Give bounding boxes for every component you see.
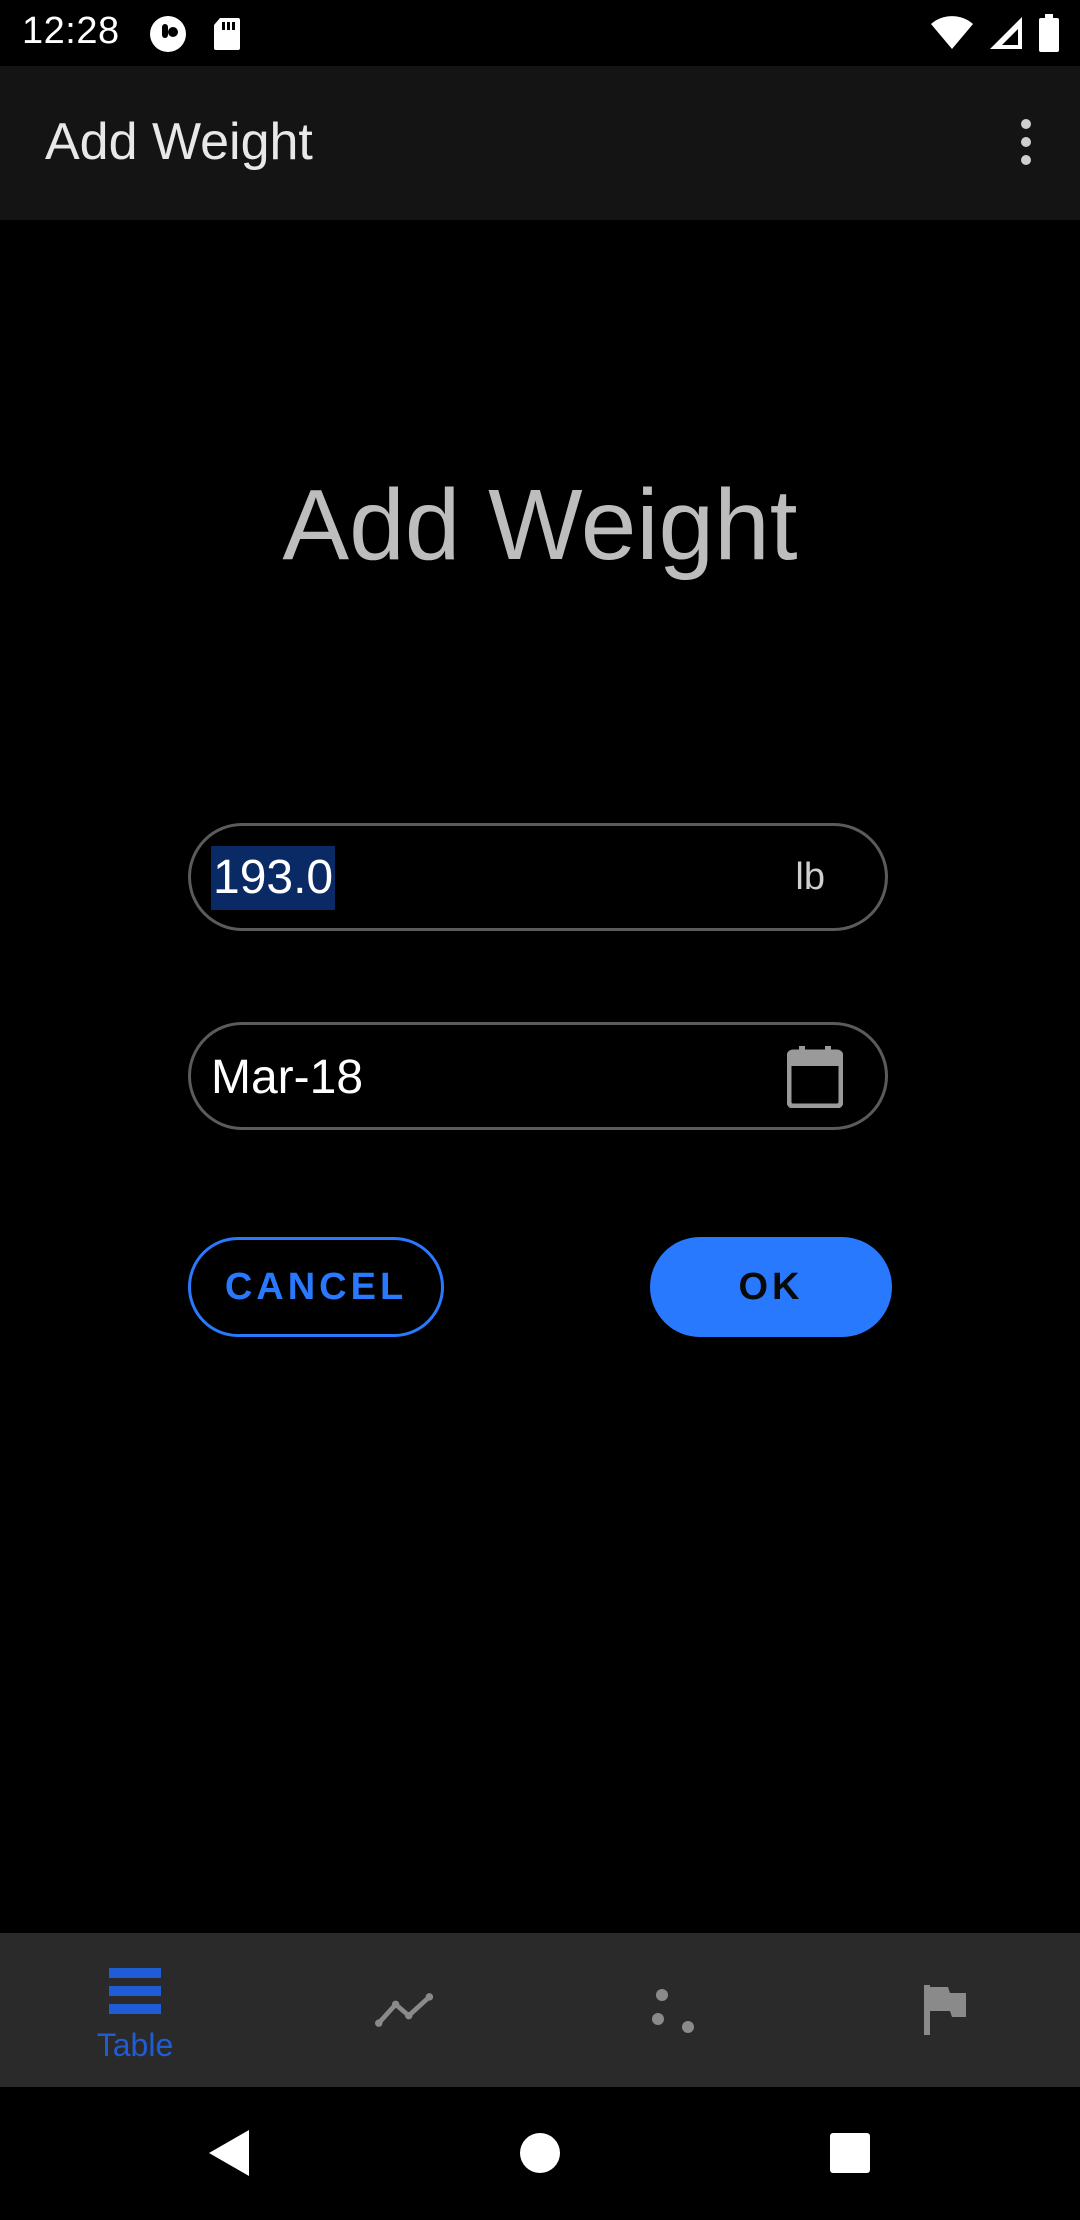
flag-icon — [915, 1980, 975, 2040]
system-recents-button[interactable] — [814, 2117, 886, 2189]
scatter-icon — [645, 1980, 705, 2040]
line-chart-icon — [375, 1980, 435, 2040]
wifi-icon — [930, 15, 974, 56]
back-icon — [209, 2130, 249, 2176]
bottom-nav: Table — [0, 1933, 1080, 2087]
calendar-icon — [787, 1046, 843, 1108]
dialog-heading: Add Weight — [282, 469, 798, 581]
table-list-icon — [105, 1961, 165, 2021]
status-time: 12:28 — [22, 10, 120, 52]
status-left-icons — [148, 14, 242, 59]
cancel-button[interactable]: CANCEL — [188, 1237, 444, 1337]
status-bar: 12:28 — [0, 0, 1080, 66]
nav-item-table[interactable]: Table — [0, 1933, 270, 2087]
nav-label-table: Table — [96, 2027, 174, 2063]
calendar-button[interactable] — [785, 1045, 845, 1109]
nav-item-scatter[interactable] — [540, 1933, 810, 2087]
weight-unit: lb — [795, 856, 825, 898]
weight-input[interactable]: 193.0 lb — [188, 823, 888, 931]
more-vert-icon — [1021, 119, 1031, 165]
nav-item-chart[interactable] — [270, 1933, 540, 2087]
recents-icon — [830, 2133, 870, 2173]
date-input[interactable]: Mar-18 — [188, 1022, 888, 1130]
status-right-icons — [930, 14, 1060, 57]
system-back-button[interactable] — [192, 2117, 264, 2189]
app-bar: Add Weight — [0, 66, 1080, 220]
nav-item-goal[interactable] — [810, 1933, 1080, 2087]
home-icon — [520, 2133, 560, 2173]
system-nav — [0, 2087, 1080, 2220]
app-bar-title: Add Weight — [45, 113, 313, 171]
signal-icon — [988, 15, 1024, 56]
notification-app-icon — [148, 14, 188, 59]
sd-card-icon — [212, 16, 242, 57]
overflow-menu-button[interactable] — [990, 106, 1062, 178]
date-value[interactable]: Mar-18 — [211, 1049, 363, 1107]
system-home-button[interactable] — [504, 2117, 576, 2189]
ok-button[interactable]: OK — [650, 1237, 892, 1337]
weight-value[interactable]: 193.0 — [211, 846, 336, 910]
battery-icon — [1038, 14, 1060, 57]
